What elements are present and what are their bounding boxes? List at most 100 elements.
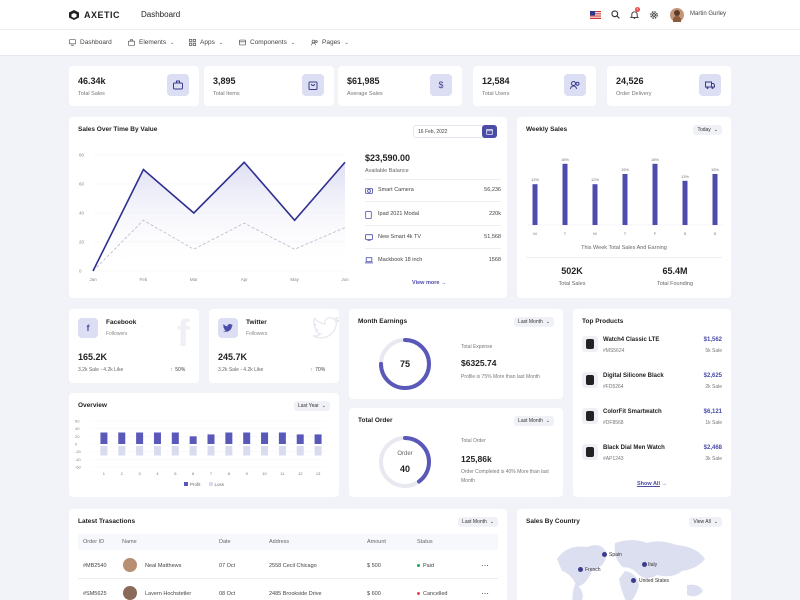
stat-label: Total Users bbox=[482, 91, 510, 97]
transactions-filter-dropdown[interactable]: Last Month ⌄ bbox=[458, 517, 498, 527]
profit-bar[interactable] bbox=[153, 432, 161, 445]
table-row[interactable]: #MB2540 Neal Matthews 07 Oct 2558 Cecil … bbox=[78, 552, 498, 578]
card-title: Latest Trasactions bbox=[78, 518, 136, 525]
country-label: Spain bbox=[609, 552, 622, 558]
more-options-icon[interactable]: ⋯ bbox=[481, 561, 489, 570]
user-name[interactable]: Martin Gurley bbox=[690, 11, 726, 17]
view-more-link[interactable]: View more → bbox=[412, 280, 446, 286]
profit-bar[interactable] bbox=[189, 436, 197, 444]
nav-elements[interactable]: Elements ⌄ bbox=[128, 39, 174, 46]
product-price: $1,562 bbox=[703, 337, 722, 343]
loss-bar[interactable] bbox=[136, 446, 144, 456]
cell-date: 07 Oct bbox=[219, 563, 236, 569]
bar[interactable] bbox=[592, 184, 598, 225]
map-marker[interactable] bbox=[631, 578, 636, 583]
loss-bar[interactable] bbox=[261, 446, 269, 456]
bar[interactable] bbox=[562, 163, 568, 225]
product-item[interactable]: Watch4 Classic LTE #MS5624 $1,562 5k Sale bbox=[582, 334, 722, 358]
chevron-down-icon: ⌄ bbox=[344, 39, 349, 46]
product-code: #MS5624 bbox=[603, 348, 625, 354]
map-marker[interactable] bbox=[578, 567, 583, 572]
nav-dashboard[interactable]: Dashboard bbox=[69, 39, 112, 46]
weekly-filter-dropdown[interactable]: Today ⌄ bbox=[693, 125, 722, 135]
profit-bar[interactable] bbox=[136, 432, 144, 445]
bar[interactable] bbox=[682, 180, 688, 225]
map-marker[interactable] bbox=[602, 552, 607, 557]
facebook-detail: 3.2k Sale - 4.2k Like bbox=[78, 367, 124, 373]
nav-pages[interactable]: Pages ⌄ bbox=[311, 39, 349, 46]
card-title: Top Products bbox=[582, 318, 624, 325]
calendar-button[interactable] bbox=[482, 125, 497, 138]
loss-bar[interactable] bbox=[207, 446, 215, 456]
profit-bar[interactable] bbox=[296, 434, 304, 444]
loss-bar[interactable] bbox=[225, 446, 233, 456]
cell-amount: $ 500 bbox=[367, 563, 381, 569]
bar[interactable] bbox=[652, 163, 658, 225]
loss-bar[interactable] bbox=[243, 446, 251, 456]
profit-bar[interactable] bbox=[171, 432, 179, 445]
loss-bar[interactable] bbox=[314, 446, 322, 456]
loss-bar[interactable] bbox=[100, 446, 108, 456]
table-row[interactable]: #SM5625 Lavern Hochstetler 08 Oct 2485 B… bbox=[78, 580, 498, 600]
earnings-filter-dropdown[interactable]: Last Month ⌄ bbox=[514, 317, 554, 327]
country-filter-dropdown[interactable]: View All ⌄ bbox=[689, 517, 722, 527]
item-name: Mackbook 18 inch bbox=[378, 257, 423, 263]
avatar[interactable] bbox=[670, 8, 684, 22]
loss-bar[interactable] bbox=[118, 446, 126, 456]
loss-bar[interactable] bbox=[171, 446, 179, 456]
brand-logo[interactable]: AXETIC bbox=[69, 10, 120, 20]
bar[interactable] bbox=[622, 174, 628, 225]
nav-components[interactable]: Components ⌄ bbox=[239, 39, 295, 46]
gauge-value: 40 bbox=[399, 464, 410, 474]
profit-bar[interactable] bbox=[225, 432, 233, 445]
dropdown-value: Last Year bbox=[297, 403, 319, 409]
profit-bar[interactable] bbox=[100, 432, 108, 445]
gear-icon[interactable] bbox=[649, 10, 659, 20]
percent-value: 50% bbox=[175, 367, 186, 373]
us-flag-icon[interactable] bbox=[590, 11, 601, 19]
nav-apps[interactable]: Apps ⌄ bbox=[189, 39, 223, 46]
twitter-watermark-icon bbox=[313, 317, 339, 339]
dropdown-value: Today bbox=[697, 127, 711, 133]
profit-bar[interactable] bbox=[207, 434, 215, 444]
profit-bar[interactable] bbox=[118, 432, 126, 445]
show-all-link[interactable]: Show All → bbox=[573, 481, 731, 487]
dropdown-value: View All bbox=[693, 519, 711, 525]
product-item[interactable]: ColorFit Smartwatch #DF8568 $6,121 1k Sale bbox=[582, 406, 722, 430]
dropdown-value: Last Month bbox=[518, 418, 543, 424]
country-label: United States bbox=[639, 578, 670, 584]
cell-amount: $ 600 bbox=[367, 591, 381, 597]
x-tick-label: 1 bbox=[103, 471, 106, 476]
order-filter-dropdown[interactable]: Last Month ⌄ bbox=[514, 416, 554, 426]
more-options-icon[interactable]: ⋯ bbox=[481, 589, 489, 598]
loss-bar[interactable] bbox=[296, 446, 304, 456]
date-picker[interactable]: 16 Feb, 2022 bbox=[413, 125, 497, 138]
overview-filter-dropdown[interactable]: Last Year ⌄ bbox=[293, 401, 330, 411]
loss-bar[interactable] bbox=[153, 446, 161, 456]
search-icon[interactable] bbox=[611, 10, 620, 19]
profit-bar[interactable] bbox=[261, 432, 269, 445]
profit-bar[interactable] bbox=[243, 432, 251, 445]
available-balance-label: Available Balance bbox=[365, 168, 409, 174]
loss-bar[interactable] bbox=[278, 446, 286, 456]
camera-icon bbox=[365, 187, 373, 196]
bar[interactable] bbox=[532, 184, 538, 225]
watch-icon bbox=[582, 336, 598, 352]
cube-icon bbox=[69, 10, 79, 20]
total-founding-value: 65.4M bbox=[662, 266, 688, 276]
x-tick-label: Jun bbox=[341, 277, 349, 282]
gauge-label: Order bbox=[397, 451, 413, 457]
product-item[interactable]: Black Dial Men Watch #AP1243 $2,468 3k Sale bbox=[582, 442, 722, 466]
card-title: Weekly Sales bbox=[526, 126, 568, 133]
bar[interactable] bbox=[712, 174, 718, 225]
profit-bar[interactable] bbox=[278, 432, 286, 445]
loss-bar[interactable] bbox=[189, 446, 197, 456]
product-item[interactable]: Digital Silicone Black #FD5264 $2,625 2k Sa… bbox=[582, 370, 722, 394]
column-header: Order ID bbox=[83, 539, 105, 545]
map-marker[interactable] bbox=[642, 562, 647, 567]
avatar bbox=[123, 586, 137, 600]
product-price: $2,468 bbox=[703, 445, 722, 451]
weekly-caption: This Week Total Sales And Earning bbox=[581, 245, 667, 251]
profit-bar[interactable] bbox=[314, 434, 322, 444]
bar-value-label: 12% bbox=[531, 177, 539, 182]
